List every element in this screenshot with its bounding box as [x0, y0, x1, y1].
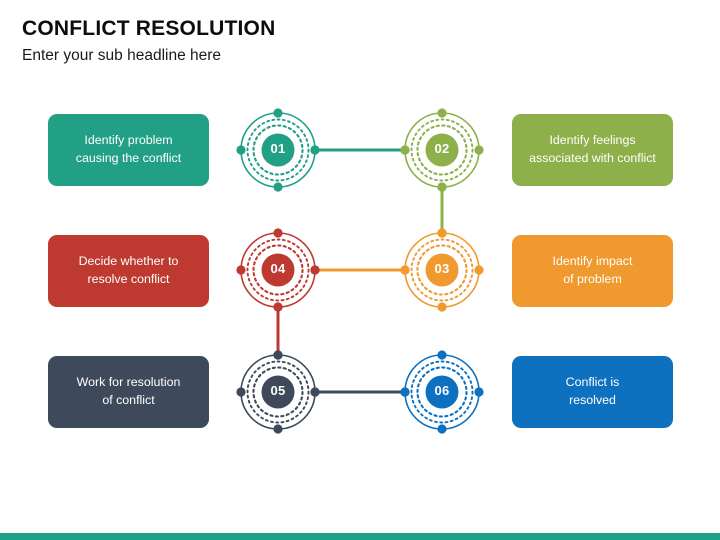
step-label-box-05[interactable]: Work for resolution of conflict: [48, 356, 209, 428]
step-label-text-05: Work for resolution of conflict: [76, 375, 181, 407]
node-anchor-dot-south: [273, 182, 283, 192]
connector-end-dot-2: [273, 350, 283, 360]
node-anchor-dot-east: [474, 145, 484, 155]
connector-end-dot-1: [437, 182, 447, 192]
node-01[interactable]: [236, 108, 320, 192]
node-anchor-dot-north: [437, 350, 447, 360]
node-anchor-dot-north: [273, 228, 283, 238]
node-anchor-dot-south: [273, 424, 283, 434]
node-core-circle: [261, 253, 295, 287]
node-anchor-dot-west: [236, 387, 246, 397]
connector-end-dot-1: [310, 265, 320, 275]
connector-end-dot-1: [310, 387, 320, 397]
node-core-circle: [425, 375, 459, 409]
bottom-accent-bar: [0, 533, 720, 540]
conflict-resolution-diagram: 01 02 03 04 05 06 Identify problem causing the…: [0, 0, 720, 540]
step-label-box-02[interactable]: Identify feelings associated with confli…: [512, 114, 673, 186]
node-05[interactable]: [236, 350, 320, 434]
step-label-text-06: Conflict is resolved: [565, 375, 620, 407]
node-core-circle: [425, 253, 459, 287]
node-anchor-dot-west: [236, 265, 246, 275]
step-label-text-04: Decide whether to resolve conflict: [78, 254, 179, 286]
connector-end-dot-2: [437, 228, 447, 238]
node-anchor-dot-north: [273, 108, 283, 118]
node-anchor-dot-east: [474, 265, 484, 275]
step-label-box-04[interactable]: Decide whether to resolve conflict: [48, 235, 209, 307]
node-02[interactable]: [400, 108, 484, 192]
step-label-box-06[interactable]: Conflict is resolved: [512, 356, 673, 428]
connector-end-dot-2: [400, 265, 410, 275]
node-core-circle: [261, 375, 295, 409]
node-anchor-dot-south: [437, 424, 447, 434]
step-label-text-02: Identify feelings associated with confli…: [529, 133, 656, 165]
node-core-circle: [261, 133, 295, 167]
node-anchor-dot-west: [236, 145, 246, 155]
node-03[interactable]: [400, 228, 484, 312]
connector-end-dot-2: [400, 145, 410, 155]
step-label-box-03[interactable]: Identify impact of problem: [512, 235, 673, 307]
node-06[interactable]: [400, 350, 484, 434]
step-label-box-01[interactable]: Identify problem causing the conflict: [48, 114, 209, 186]
connector-end-dot-2: [400, 387, 410, 397]
node-core-circle: [425, 133, 459, 167]
connector-end-dot-1: [310, 145, 320, 155]
step-label-text-01: Identify problem causing the conflict: [75, 133, 182, 165]
node-anchor-dot-north: [437, 108, 447, 118]
node-anchor-dot-east: [474, 387, 484, 397]
step-label-text-03: Identify impact of problem: [552, 254, 633, 286]
connector-end-dot-1: [273, 302, 283, 312]
node-04[interactable]: [236, 228, 320, 312]
node-anchor-dot-south: [437, 302, 447, 312]
